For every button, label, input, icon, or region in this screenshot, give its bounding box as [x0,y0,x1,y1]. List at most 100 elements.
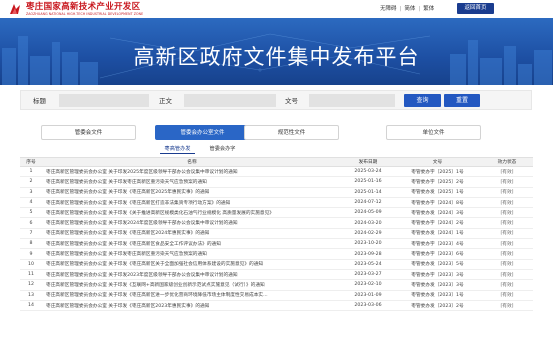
row-doc-number: 枣管委办字〔2023〕4号 [394,238,481,250]
row-title-link[interactable]: 枣庄高新区管理委员会办公室 关于印发《枣庄高新区2023年惠民实事》的通知 [42,300,342,312]
table-row[interactable]: 7 枣庄高新区管理委员会办公室 关于印发《枣庄高新区2024年惠民实事》的通知 20… [20,228,533,240]
row-status: [有效] [481,207,533,219]
table-row[interactable]: 13 枣庄高新区管理委员会办公室 关于印发《枣庄高新区进一步优化营商环境降低市场主… [20,290,533,301]
row-title-link[interactable]: 枣庄高新区管理委员会办公室 关于印发《关于推进高新区规模类化石油气行业规模化 高… [42,207,342,219]
row-doc-number: 枣管委办字〔2025〕2号 [394,176,481,188]
title-label: 标题 [33,97,46,105]
number-input[interactable] [309,94,395,107]
row-status: [有效] [481,228,533,240]
row-title-link[interactable]: 枣庄高新区管理委员会办公室 关于印发《枣庄高新区2024年惠民实事》的通知 [42,228,342,240]
subtab-office-issued[interactable]: 枣高管办发 [160,144,195,154]
table-row[interactable]: 6 枣庄高新区管理委员会办公室 关于印发2024年度区级领导干部办公会议集中审议计… [20,217,533,229]
row-date: 2023-03-27 [342,269,394,281]
home-button[interactable]: 返回首页 [457,3,494,14]
row-status: [有效] [481,300,533,312]
row-date: 2024-02-29 [342,228,394,240]
row-doc-number: 枣管委办发〔2023〕2号 [394,300,481,312]
subtab-office-word[interactable]: 管委会办字 [204,144,241,154]
row-title-link[interactable]: 枣庄高新区管理委员会办公室 关于印发《枣庄高新区2025年惠民实事》的通知 [42,187,342,198]
header-status: 效力状态 [481,157,533,167]
row-title-link[interactable]: 枣庄高新区管理委员会办公室 关于印发《互联网+高新国家级创业创新示范试点实施意见… [42,279,342,291]
row-date: 2025-01-14 [342,187,394,198]
row-title-link[interactable]: 枣庄高新区管理委员会办公室 关于印发《枣庄高新区打造非法集资专项行动方案》的通知 [42,197,342,209]
site-logo[interactable]: 枣庄国家高新技术产业开发区 ZAOZHUANG NATIONAL HIGH-TE… [8,2,143,16]
row-date: 2023-05-24 [342,259,394,270]
traditional-chinese-link[interactable]: 繁体 [423,6,434,12]
row-status: [有效] [481,248,533,260]
row-date: 2023-09-28 [342,248,394,260]
row-index: 1 [20,166,42,178]
row-title-link[interactable]: 枣庄高新区管理委员会办公室 关于印发2025年度区级领导干部办公会议集中审议计划… [42,166,342,178]
tab-committee-files[interactable]: 管委会文件 [41,125,136,140]
table-row[interactable]: 9 枣庄高新区管理委员会办公室 关于印发枣庄高新区重污染天气应急预案的通知 2023… [20,248,533,260]
banner: 高新区政府文件集中发布平台 [0,18,553,85]
row-status: [有效] [481,259,533,270]
logo-subtitle: ZAOZHUANG NATIONAL HIGH-TECH INDUSTRIAL … [26,11,144,16]
row-index: 10 [20,259,42,270]
row-index: 7 [20,228,42,240]
logo-emblem-icon [10,4,20,14]
row-title-link[interactable]: 枣庄高新区管理委员会办公室 关于印发枣庄高新区重污染天气应急预案的通知 [42,176,342,188]
top-bar: 枣庄国家高新技术产业开发区 ZAOZHUANG NATIONAL HIGH-TE… [0,0,553,18]
row-title-link[interactable]: 枣庄高新区管理委员会办公室 关于印发2024年度区级领导干部办公会议集中审议计划… [42,217,342,229]
row-doc-number: 枣管委办发〔2023〕1号 [394,290,481,301]
row-index: 6 [20,217,42,229]
row-date: 2024-07-12 [342,197,394,209]
row-date: 2023-10-20 [342,238,394,250]
row-title-link[interactable]: 枣庄高新区管理委员会办公室 关于印发《枣庄高新区关于全面加强社会信用体系建设的实… [42,259,342,270]
tab-committee-office-files[interactable]: 管委会办公室文件 [155,125,250,140]
tab-normative-files[interactable]: 规范性文件 [244,125,339,140]
title-input[interactable] [59,94,149,107]
tab-unit-files[interactable]: 单位文件 [386,125,481,140]
row-doc-number: 枣管委办字〔2025〕1号 [394,166,481,178]
table-row[interactable]: 2 枣庄高新区管理委员会办公室 关于印发枣庄高新区重污染天气应急预案的通知 2025… [20,176,533,188]
table-row[interactable]: 4 枣庄高新区管理委员会办公室 关于印发《枣庄高新区打造非法集资专项行动方案》的通… [20,197,533,209]
row-index: 12 [20,279,42,291]
number-label: 文号 [285,97,298,105]
top-links: 无障碍 | 简体 | 繁体 [380,6,435,12]
row-date: 2024-05-09 [342,207,394,219]
query-button[interactable]: 查询 [404,94,441,107]
header-index: 序号 [20,157,42,167]
row-title-link[interactable]: 枣庄高新区管理委员会办公室 关于印发《枣庄高新区食品安全工作评议办法》的通知 [42,238,342,250]
row-title-link[interactable]: 枣庄高新区管理委员会办公室 关于印发2023年度区级领导干部办公会议集中审议计划… [42,269,342,281]
reset-button[interactable]: 重置 [444,94,480,107]
accessibility-link[interactable]: 无障碍 [380,6,397,12]
row-status: [有效] [481,166,533,178]
row-title-link[interactable]: 枣庄高新区管理委员会办公室 关于印发《枣庄高新区进一步优化营商环境降低市场主体制… [42,290,342,301]
table-row[interactable]: 1 枣庄高新区管理委员会办公室 关于印发2025年度区级领导干部办公会议集中审议计… [20,166,533,178]
row-status: [有效] [481,176,533,188]
row-doc-number: 枣管委办字〔2023〕6号 [394,248,481,260]
row-index: 4 [20,197,42,209]
row-doc-number: 枣管委办发〔2024〕1号 [394,228,481,240]
row-status: [有效] [481,197,533,209]
table-row[interactable]: 10 枣庄高新区管理委员会办公室 关于印发《枣庄高新区关于全面加强社会信用体系建设… [20,259,533,270]
table-row[interactable]: 8 枣庄高新区管理委员会办公室 关于印发《枣庄高新区食品安全工作评议办法》的通知 2… [20,238,533,250]
row-status: [有效] [481,290,533,301]
simplified-chinese-link[interactable]: 简体 [404,6,415,12]
logo-title: 枣庄国家高新技术产业开发区 [26,1,141,12]
row-doc-number: 枣管委办字〔2024〕2号 [394,217,481,229]
header-name: 名称 [42,157,342,167]
row-doc-number: 枣管委办发〔2025〕1号 [394,187,481,198]
row-index: 2 [20,176,42,188]
table-row[interactable]: 14 枣庄高新区管理委员会办公室 关于印发《枣庄高新区2023年惠民实事》的通知 2… [20,300,533,312]
row-date: 2023-02-10 [342,279,394,291]
row-doc-number: 枣管委办发〔2023〕5号 [394,259,481,270]
table-row[interactable]: 12 枣庄高新区管理委员会办公室 关于印发《互联网+高新国家级创业创新示范试点实施… [20,279,533,291]
row-date: 2025-03-24 [342,166,394,178]
row-index: 14 [20,300,42,312]
row-date: 2024-03-20 [342,217,394,229]
row-doc-number: 枣管委办字〔2023〕3号 [394,269,481,281]
row-index: 3 [20,187,42,198]
table-row[interactable]: 3 枣庄高新区管理委员会办公室 关于印发《枣庄高新区2025年惠民实事》的通知 20… [20,187,533,198]
body-input[interactable] [184,94,276,107]
row-title-link[interactable]: 枣庄高新区管理委员会办公室 关于印发枣庄高新区重污染天气应急预案的通知 [42,248,342,260]
table-row[interactable]: 5 枣庄高新区管理委员会办公室 关于印发《关于推进高新区规模类化石油气行业规模化 … [20,207,533,219]
row-status: [有效] [481,238,533,250]
row-status: [有效] [481,269,533,281]
table-row[interactable]: 11 枣庄高新区管理委员会办公室 关于印发2023年度区级领导干部办公会议集中审议… [20,269,533,281]
banner-title: 高新区政府文件集中发布平台 [133,45,420,69]
category-tabs: 管委会文件 管委会办公室文件 规范性文件 单位文件 枣高管办发 管委会办字 [0,125,553,155]
table-header-row: 序号 名称 发布日期 文号 效力状态 [20,157,533,167]
